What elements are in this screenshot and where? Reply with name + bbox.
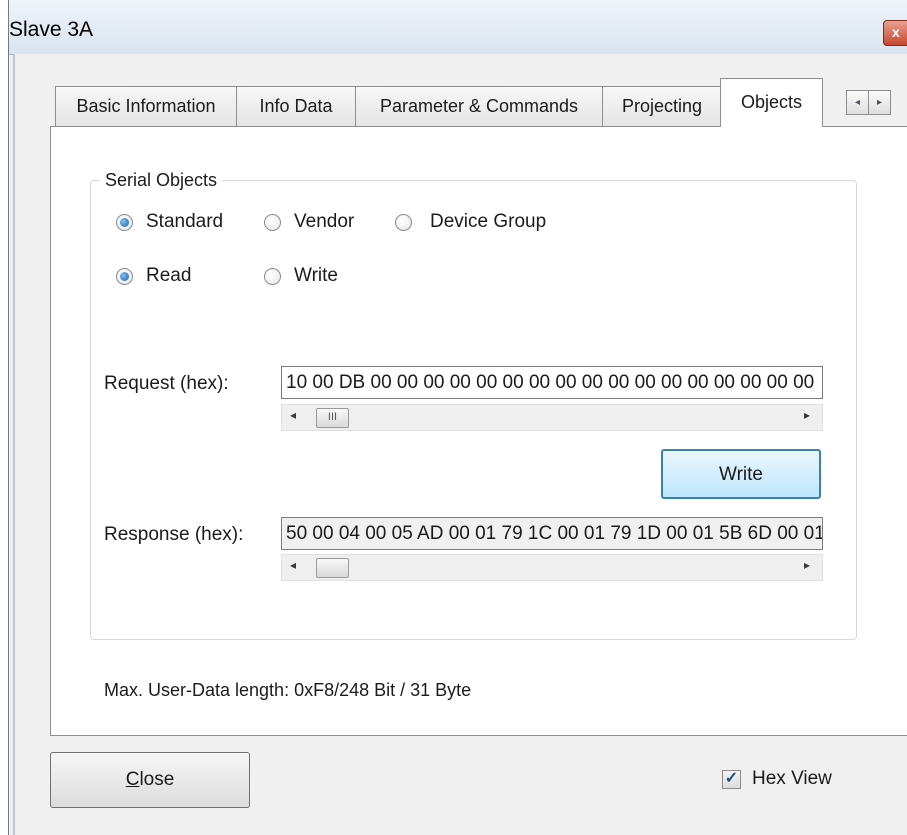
tab-info-data[interactable]: Info Data [236, 86, 356, 126]
window-close-button[interactable]: x [883, 20, 907, 46]
scroll-right-icon[interactable]: ▸ [868, 90, 891, 115]
tab-objects[interactable]: Objects [720, 78, 823, 127]
response-scroll-thumb[interactable] [316, 558, 349, 578]
scroll-right-arrow-icon[interactable]: ▸ [804, 408, 810, 422]
close-button-mnemonic: C [125, 769, 140, 790]
scroll-left-arrow-icon[interactable]: ◂ [290, 408, 296, 422]
response-hex-label: Response (hex): [104, 524, 244, 545]
tab-projecting[interactable]: Projecting [602, 86, 722, 126]
close-button[interactable]: Close [50, 752, 250, 808]
scroll-left-arrow-icon[interactable]: ◂ [290, 558, 296, 572]
max-user-data-length: Max. User-Data length: 0xF8/248 Bit / 31… [104, 680, 472, 700]
request-scroll-thumb[interactable]: III [316, 408, 349, 428]
scroll-right-arrow-icon[interactable]: ▸ [804, 558, 810, 572]
hex-view-checkbox[interactable]: ✓ [722, 770, 741, 789]
radio-vendor-label: Vendor [294, 211, 355, 232]
tab-parameter-commands[interactable]: Parameter & Commands [355, 86, 603, 126]
radio-read[interactable] [116, 268, 133, 285]
write-button[interactable]: Write [661, 449, 821, 499]
radio-standard[interactable] [116, 214, 133, 231]
radio-write[interactable] [264, 268, 281, 285]
request-scrollbar[interactable]: ◂ III ▸ [281, 404, 823, 431]
hex-view-label: Hex View [752, 768, 832, 789]
tab-basic-information[interactable]: Basic Information [55, 86, 237, 126]
response-scrollbar[interactable]: ◂ ▸ [281, 554, 823, 581]
response-hex-output[interactable]: 50 00 04 00 05 AD 00 01 79 1C 00 01 79 1… [281, 517, 823, 550]
scroll-left-icon[interactable]: ◂ [846, 90, 869, 115]
request-hex-input[interactable]: 10 00 DB 00 00 00 00 00 00 00 00 00 00 0… [281, 366, 823, 399]
title-bar[interactable]: Slave 3A x [9, 0, 907, 55]
radio-read-label: Read [146, 265, 192, 286]
radio-standard-label: Standard [146, 211, 224, 232]
serial-objects-group-label: Serial Objects [100, 170, 223, 191]
radio-device-group-label: Device Group [430, 211, 547, 232]
request-hex-label: Request (hex): [104, 373, 229, 394]
close-button-label: lose [139, 769, 175, 790]
window-title: Slave 3A [9, 18, 94, 41]
radio-device-group[interactable] [395, 214, 412, 231]
radio-vendor[interactable] [264, 214, 281, 231]
radio-write-label: Write [294, 265, 338, 286]
